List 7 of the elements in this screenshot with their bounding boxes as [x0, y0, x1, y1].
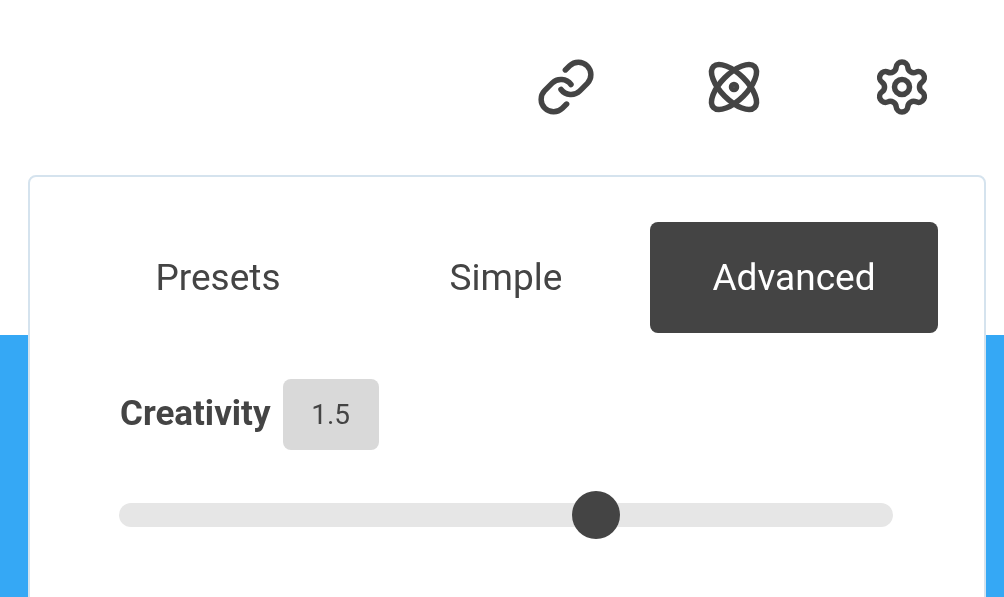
link-icon[interactable] [536, 56, 596, 117]
mode-tab[interactable]: Advanced [650, 222, 938, 333]
mode-tab[interactable]: Presets [74, 222, 362, 333]
creativity-value: 1.5 [282, 379, 379, 450]
slider-thumb[interactable] [571, 491, 620, 539]
mode-tab[interactable]: Simple [362, 222, 650, 333]
creativity-label: Creativity [120, 392, 271, 437]
